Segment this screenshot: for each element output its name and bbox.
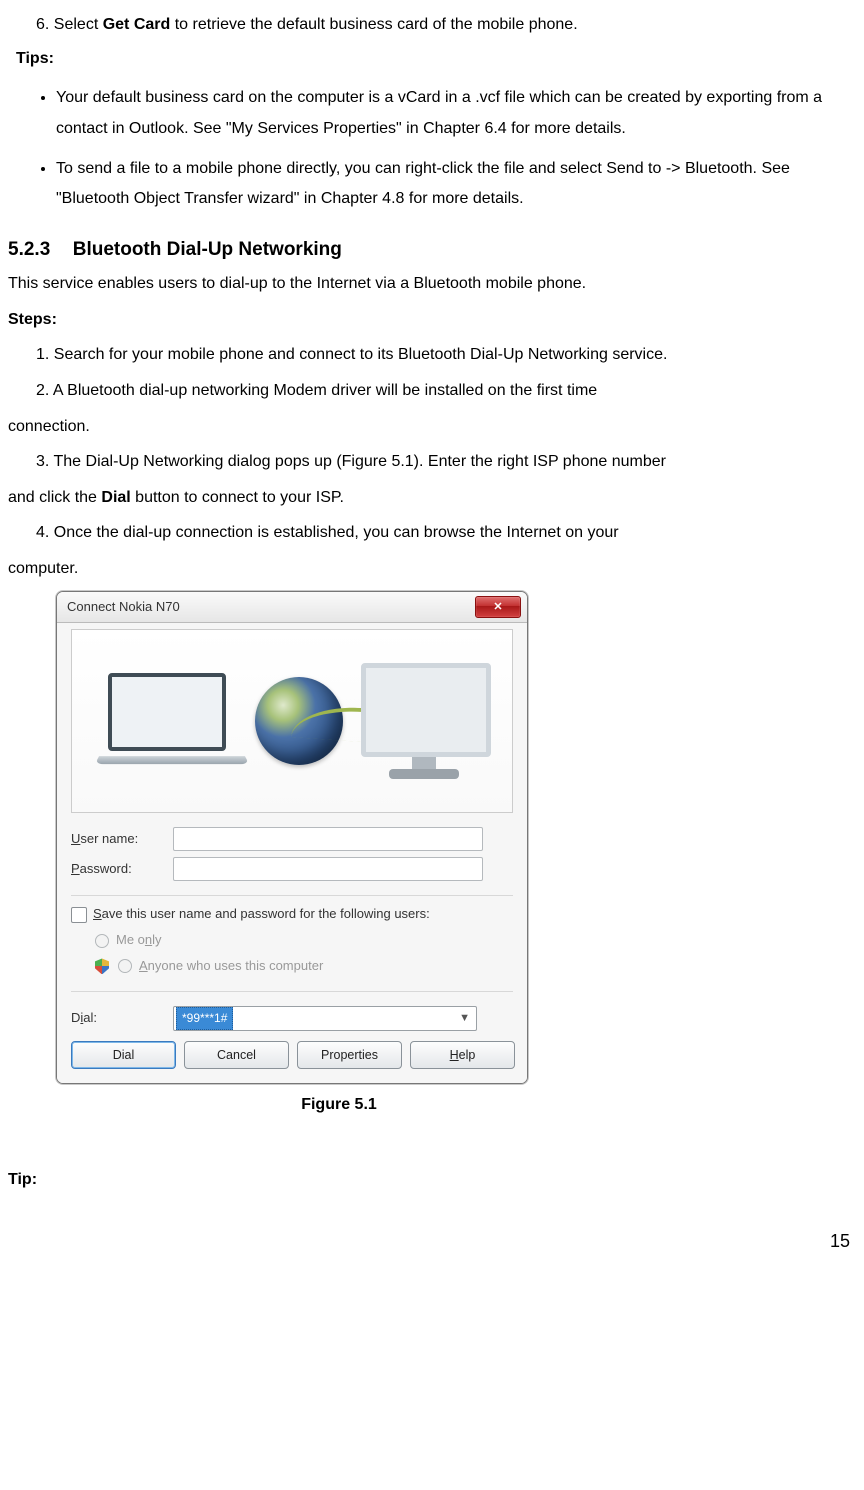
step-6-prefix: 6. Select <box>36 16 103 33</box>
me-only-radio[interactable] <box>95 934 109 948</box>
tip-heading: Tip: <box>8 1167 856 1193</box>
properties-button[interactable]: Properties <box>297 1041 402 1069</box>
dial-label: Dial: <box>71 1008 173 1029</box>
dial-row: Dial: *99***1# ▼ <box>71 1006 513 1031</box>
separator-2 <box>71 991 513 992</box>
connect-dialog: Connect Nokia N70 ✕ User name <box>56 591 528 1083</box>
page-number: 15 <box>8 1227 856 1256</box>
steps-heading: Steps: <box>8 307 856 333</box>
shield-icon <box>95 958 109 974</box>
step-4-line1: 4. Once the dial-up connection is establ… <box>36 520 856 546</box>
separator-1 <box>71 895 513 896</box>
me-only-label: Me only <box>116 930 162 951</box>
step-2-line1: 2. A Bluetooth dial-up networking Modem … <box>36 378 856 404</box>
step-6: 6. Select Get Card to retrieve the defau… <box>36 12 856 38</box>
password-row: Password: <box>71 857 513 881</box>
step-3-bold: Dial <box>101 489 130 506</box>
dialog-titlebar: Connect Nokia N70 ✕ <box>57 592 527 623</box>
tips-heading: Tips: <box>16 46 856 72</box>
figure-5-1: Connect Nokia N70 ✕ User name <box>56 591 856 1083</box>
password-label: Password: <box>71 859 173 880</box>
step-6-suffix: to retrieve the default business card of… <box>170 16 577 33</box>
cancel-button[interactable]: Cancel <box>184 1041 289 1069</box>
chevron-down-icon: ▼ <box>459 1010 474 1028</box>
dialog-body: User name: Password: Save this user name… <box>57 623 527 1082</box>
tips-item-2: To send a file to a mobile phone directl… <box>56 154 856 215</box>
figure-caption: Figure 5.1 <box>56 1092 622 1118</box>
step-1: 1. Search for your mobile phone and conn… <box>36 342 856 368</box>
save-credentials-row: Save this user name and password for the… <box>71 904 513 925</box>
step-3-pre: and click the <box>8 489 101 506</box>
step-3-suf: button to connect to your ISP. <box>131 489 344 506</box>
password-input[interactable] <box>173 857 483 881</box>
laptop-icon <box>97 673 237 769</box>
dial-combobox[interactable]: *99***1# ▼ <box>173 1006 477 1031</box>
dialog-hero-image <box>71 629 513 813</box>
username-input[interactable] <box>173 827 483 851</box>
save-credentials-checkbox[interactable] <box>71 907 87 923</box>
anyone-radio[interactable] <box>118 959 132 973</box>
username-row: User name: <box>71 827 513 851</box>
step-6-bold: Get Card <box>103 16 171 33</box>
section-intro: This service enables users to dial-up to… <box>8 271 856 297</box>
monitor-icon <box>361 663 487 779</box>
dialog-button-row: Dial Cancel Properties Help <box>71 1041 513 1069</box>
dialog-title: Connect Nokia N70 <box>67 597 180 618</box>
section-heading: 5.2.3 Bluetooth Dial-Up Networking <box>8 235 856 265</box>
close-button[interactable]: ✕ <box>475 596 521 618</box>
save-credentials-label: Save this user name and password for the… <box>93 904 430 925</box>
section-title: Bluetooth Dial-Up Networking <box>73 239 342 260</box>
tips-list: Your default business card on the comput… <box>56 83 856 215</box>
help-button[interactable]: Help <box>410 1041 515 1069</box>
step-3-line1: 3. The Dial-Up Networking dialog pops up… <box>36 449 856 475</box>
tips-item-1: Your default business card on the comput… <box>56 83 856 144</box>
step-2-line2: connection. <box>8 414 856 440</box>
username-label: User name: <box>71 829 173 850</box>
close-icon: ✕ <box>493 599 502 617</box>
me-only-row: Me only <box>95 930 513 951</box>
anyone-label: Anyone who uses this computer <box>139 956 323 977</box>
section-number: 5.2.3 <box>8 239 50 260</box>
anyone-row: Anyone who uses this computer <box>95 956 513 977</box>
step-4-line2: computer. <box>8 556 856 582</box>
dial-button[interactable]: Dial <box>71 1041 176 1069</box>
dial-value: *99***1# <box>176 1007 233 1030</box>
step-3-line2: and click the Dial button to connect to … <box>8 485 856 511</box>
